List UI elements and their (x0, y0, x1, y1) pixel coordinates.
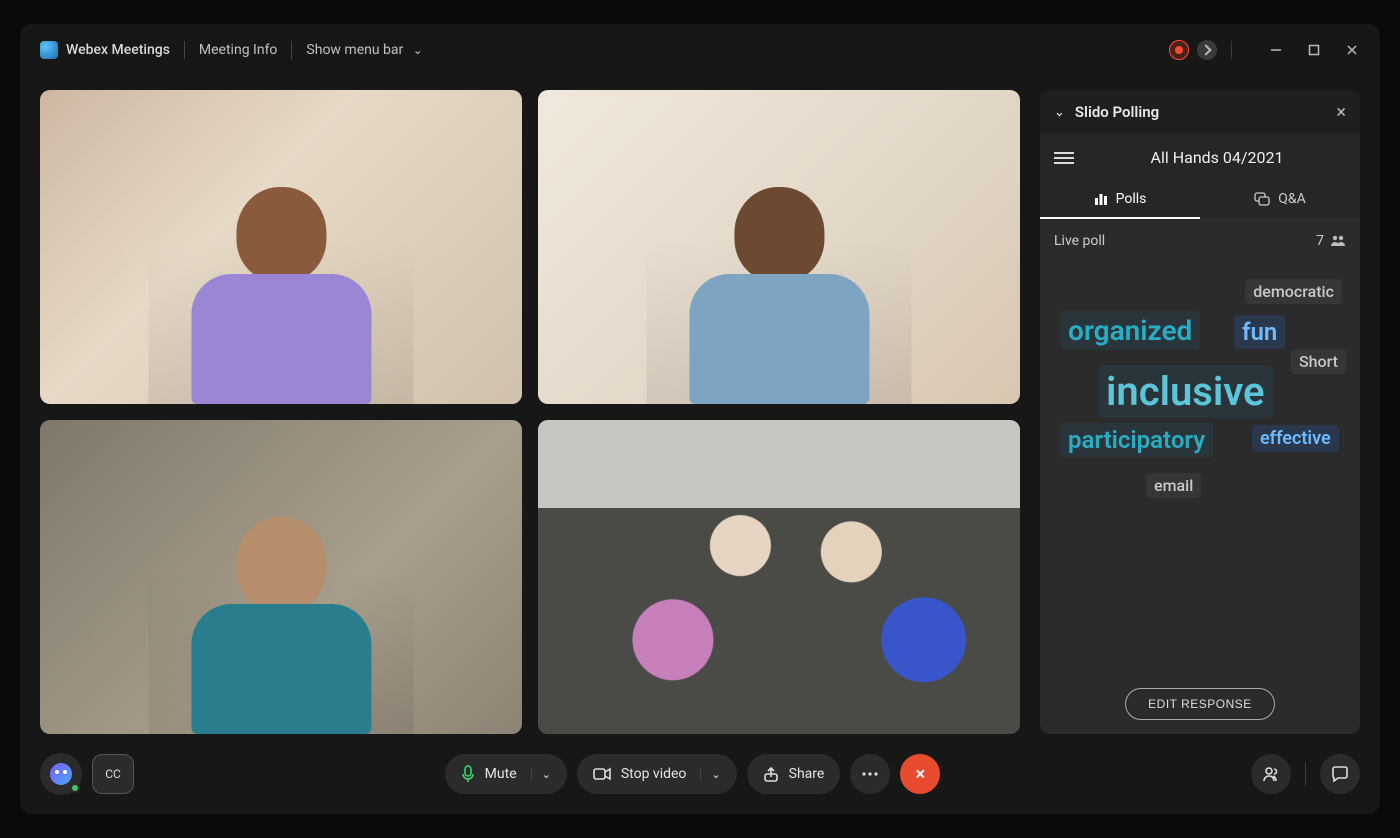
title-bar: Webex Meetings Meeting Info Show menu ba… (20, 24, 1380, 76)
leave-meeting-button[interactable]: × (900, 754, 940, 794)
video-grid (40, 76, 1020, 734)
mute-button[interactable]: Mute ⌄ (445, 754, 567, 794)
microphone-icon (461, 765, 475, 783)
poll-status-row: Live poll 7 (1054, 233, 1346, 249)
close-window-button[interactable] (1344, 42, 1360, 58)
cc-label: CC (105, 767, 121, 781)
separator (1305, 762, 1306, 786)
chat-button[interactable] (1320, 754, 1360, 794)
participants-icon (1262, 766, 1280, 782)
share-label: Share (789, 766, 825, 782)
assistant-icon (50, 763, 72, 785)
separator (184, 41, 185, 59)
word-email: email (1146, 473, 1201, 498)
mute-label: Mute (485, 766, 517, 782)
more-options-button[interactable] (850, 754, 890, 794)
word-fun: fun (1234, 315, 1285, 349)
slido-panel: ⌄ Slido Polling × All Hands 04/2021 Poll… (1040, 90, 1360, 734)
word-participatory: participatory (1060, 423, 1213, 457)
app-name: Webex Meetings (66, 42, 170, 58)
poll-participant-count: 7 (1316, 233, 1346, 249)
navigate-button[interactable] (1197, 40, 1217, 60)
poll-status-label: Live poll (1054, 233, 1105, 249)
chevron-down-icon: ⌄ (413, 43, 423, 57)
tab-qa[interactable]: Q&A (1200, 181, 1360, 219)
separator (291, 41, 292, 59)
hamburger-menu-icon[interactable] (1054, 152, 1074, 164)
stop-video-button[interactable]: Stop video ⌄ (577, 754, 737, 794)
stop-video-label: Stop video (621, 766, 687, 782)
panel-tabs: Polls Q&A (1040, 181, 1360, 219)
separator (1231, 41, 1232, 59)
tab-polls-label: Polls (1116, 191, 1147, 207)
panel-title: Slido Polling (1075, 103, 1336, 121)
video-options-caret[interactable]: ⌄ (700, 768, 720, 781)
word-democratic: democratic (1245, 279, 1342, 304)
collapse-panel-icon[interactable]: ⌄ (1054, 105, 1065, 120)
chat-icon (1331, 766, 1349, 782)
video-tile[interactable] (40, 420, 522, 734)
participants-button[interactable] (1251, 754, 1291, 794)
word-effective: effective (1252, 425, 1339, 452)
close-icon: × (916, 764, 926, 785)
edit-response-button[interactable]: EDIT RESPONSE (1125, 688, 1275, 720)
word-cloud: democratic organized fun Short inclusive… (1054, 279, 1346, 668)
share-button[interactable]: Share (747, 754, 841, 794)
share-icon (763, 766, 779, 782)
mute-options-caret[interactable]: ⌄ (531, 768, 551, 781)
presence-dot (70, 783, 80, 793)
maximize-button[interactable] (1306, 42, 1322, 58)
video-tile[interactable] (40, 90, 522, 404)
close-panel-button[interactable]: × (1336, 102, 1346, 123)
minimize-button[interactable] (1268, 42, 1284, 58)
closed-captions-button[interactable]: CC (92, 754, 134, 794)
participant-count-value: 7 (1316, 233, 1324, 249)
more-icon (862, 772, 878, 776)
video-tile[interactable] (538, 90, 1020, 404)
panel-subheader: All Hands 04/2021 (1040, 134, 1360, 181)
panel-header: ⌄ Slido Polling × (1040, 90, 1360, 134)
tab-polls[interactable]: Polls (1040, 181, 1200, 219)
qa-icon (1254, 192, 1270, 206)
record-indicator[interactable] (1169, 40, 1189, 60)
word-short: Short (1291, 349, 1346, 374)
event-title: All Hands 04/2021 (1088, 148, 1346, 167)
main-area: ⌄ Slido Polling × All Hands 04/2021 Poll… (20, 76, 1380, 734)
video-tile[interactable] (538, 420, 1020, 734)
word-inclusive: inclusive (1098, 365, 1273, 418)
app-window: Webex Meetings Meeting Info Show menu ba… (20, 24, 1380, 814)
people-icon (1330, 235, 1346, 247)
word-organized: organized (1060, 311, 1200, 350)
show-menu-bar-toggle[interactable]: Show menu bar ⌄ (306, 42, 422, 58)
assistant-button[interactable] (40, 753, 82, 795)
meeting-toolbar: CC Mute ⌄ Stop video ⌄ Share × (20, 734, 1380, 814)
camera-icon (593, 767, 611, 781)
poll-body: Live poll 7 democratic organized fun Sho… (1040, 219, 1360, 734)
polls-icon (1094, 192, 1108, 206)
app-icon (40, 41, 58, 59)
meeting-info-link[interactable]: Meeting Info (199, 42, 278, 58)
tab-qa-label: Q&A (1278, 191, 1305, 207)
show-menu-label: Show menu bar (306, 42, 403, 58)
